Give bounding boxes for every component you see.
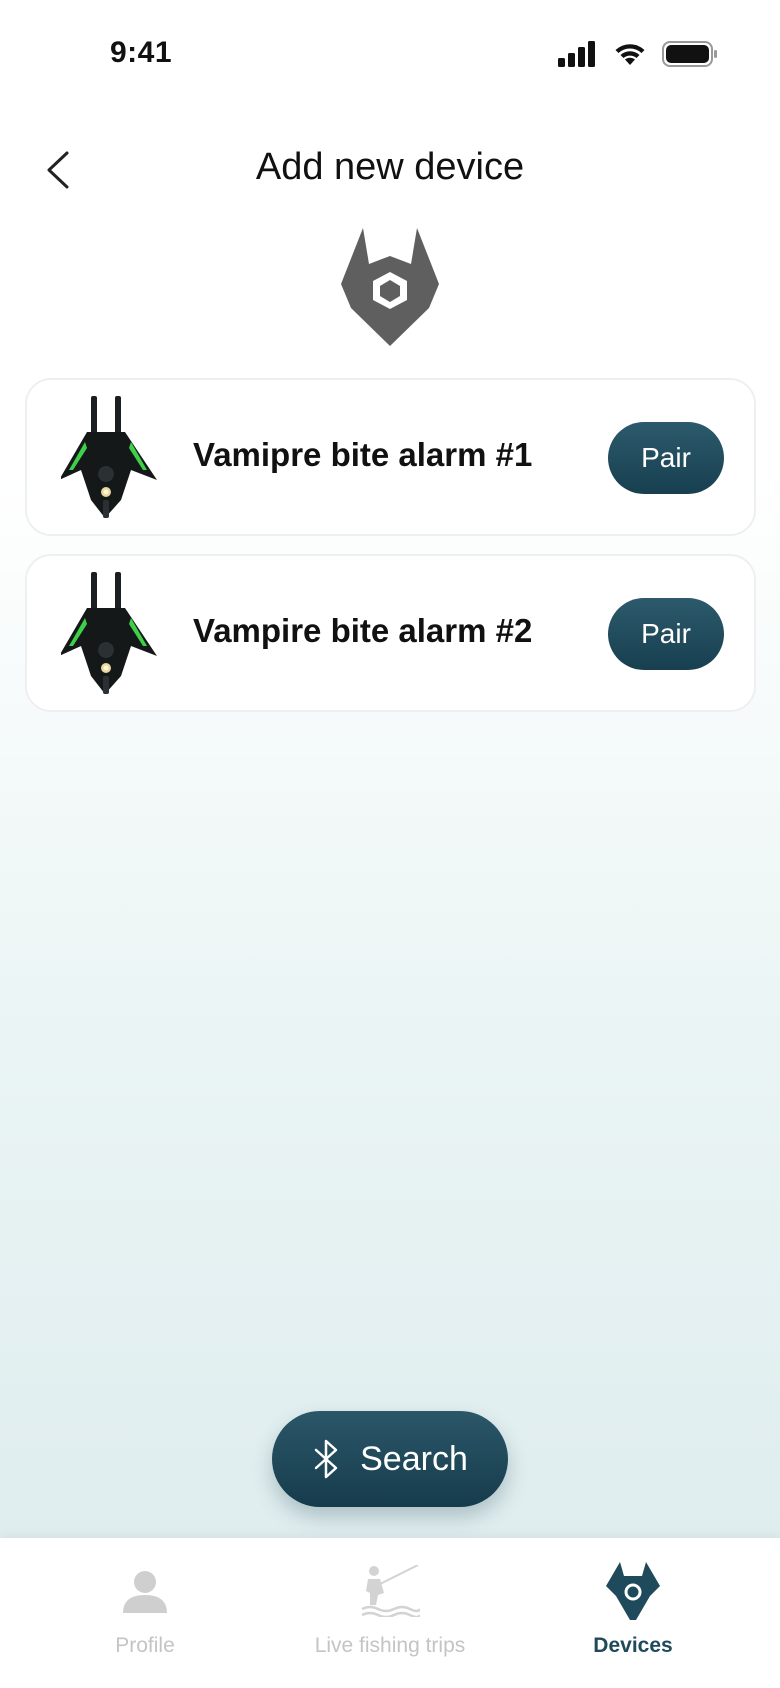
bite-alarm-image bbox=[61, 396, 157, 518]
battery-icon bbox=[662, 41, 717, 67]
status-bar: 9:41 bbox=[0, 0, 780, 110]
page-title: Add new device bbox=[255, 146, 525, 188]
vampire-logo-icon bbox=[341, 228, 439, 346]
device-list: Vamipre bite alarm #1 Pair Vampire bite … bbox=[25, 378, 756, 730]
device-name: Vamipre bite alarm #1 bbox=[193, 436, 533, 473]
person-icon bbox=[123, 1571, 167, 1613]
tab-devices[interactable]: Devices bbox=[583, 1538, 683, 1688]
tab-label: Live fishing trips bbox=[314, 1634, 466, 1657]
wifi-icon bbox=[615, 44, 645, 65]
tab-live-fishing-trips[interactable]: Live fishing trips bbox=[300, 1538, 480, 1688]
device-card: Vampire bite alarm #2 Pair bbox=[25, 554, 756, 712]
vampire-device-icon bbox=[606, 1562, 660, 1620]
screen: 9:41 Add new device Vamipre bite alarm #… bbox=[0, 0, 780, 1688]
device-name: Vampire bite alarm #2 bbox=[193, 612, 533, 649]
pair-button[interactable]: Pair bbox=[608, 422, 724, 494]
device-card: Vamipre bite alarm #1 Pair bbox=[25, 378, 756, 536]
header: Add new device bbox=[0, 130, 780, 210]
tab-label: Devices bbox=[593, 1634, 673, 1657]
status-icons bbox=[558, 40, 718, 68]
search-label: Search bbox=[360, 1439, 468, 1478]
tab-bar: Profile Live fishing trips Devices bbox=[0, 1538, 780, 1688]
pair-button[interactable]: Pair bbox=[608, 598, 724, 670]
search-button[interactable]: Search bbox=[272, 1411, 508, 1507]
bite-alarm-image bbox=[61, 572, 157, 694]
status-time: 9:41 bbox=[110, 36, 173, 69]
cellular-signal-icon bbox=[558, 41, 595, 67]
bluetooth-icon bbox=[314, 1439, 338, 1479]
tab-profile[interactable]: Profile bbox=[95, 1538, 195, 1688]
fisherman-icon bbox=[361, 1565, 420, 1617]
tab-label: Profile bbox=[115, 1634, 175, 1657]
